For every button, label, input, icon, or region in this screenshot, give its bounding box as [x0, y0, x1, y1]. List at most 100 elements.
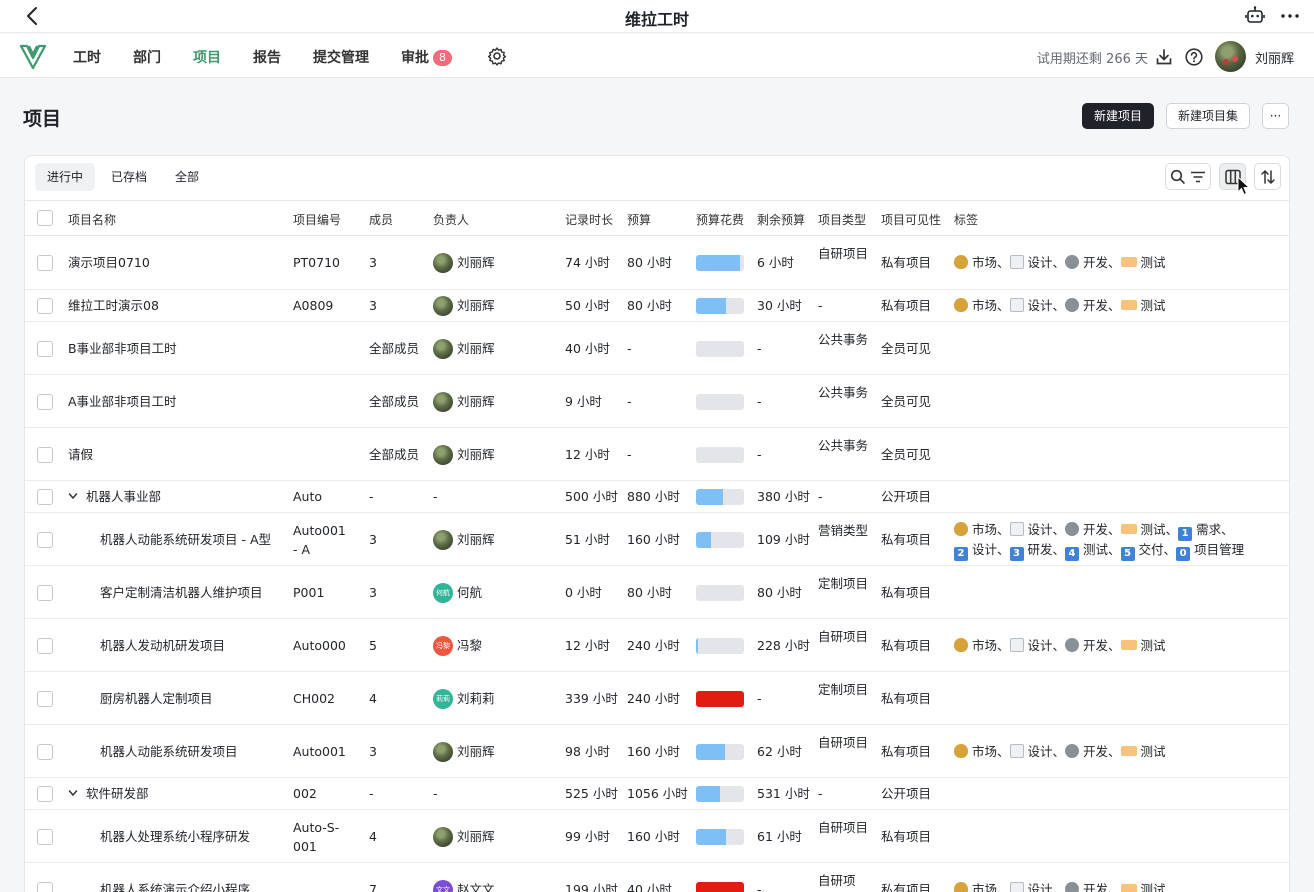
help-icon[interactable]: [1184, 47, 1204, 67]
nav-item-department[interactable]: 部门: [133, 47, 161, 67]
row-checkbox[interactable]: [37, 489, 53, 505]
download-icon[interactable]: [1154, 47, 1174, 67]
collapse-chevron-icon[interactable]: [68, 487, 78, 500]
select-all-checkbox[interactable]: [37, 210, 53, 226]
row-checkbox[interactable]: [37, 786, 53, 802]
table-row[interactable]: A事业部非项目工时 全部成员 刘丽辉 9 小时 - - 公共事务 全员可见: [25, 375, 1289, 428]
table-row[interactable]: 机器人系统演示介绍小程序 7 文文 赵文文 199 小时 40 小时 - 自研项 私有项目 市场、…: [25, 863, 1289, 892]
columns-icon[interactable]: [1224, 168, 1242, 186]
remaining-budget: 109 小时: [757, 532, 810, 547]
project-name[interactable]: 机器人发动机研发项目: [100, 636, 225, 655]
row-checkbox[interactable]: [37, 341, 53, 357]
tags-line: 市场、 设计、 开发、 测试: [954, 636, 1166, 656]
市场-tag-icon: [954, 744, 968, 758]
row-checkbox[interactable]: [37, 882, 53, 892]
nav-item-submission[interactable]: 提交管理: [313, 47, 369, 67]
nav-item-approval-label: 审批: [401, 50, 429, 66]
project-name[interactable]: 机器人动能系统研发项目: [100, 742, 238, 761]
col-owner[interactable]: 负责人: [433, 211, 469, 228]
project-type: 公共事务: [818, 385, 869, 400]
col-name[interactable]: 项目名称: [68, 211, 116, 228]
columns-button[interactable]: [1219, 163, 1246, 190]
project-name[interactable]: 请假: [68, 445, 93, 464]
row-checkbox[interactable]: [37, 691, 53, 707]
number-tag-icon: 4: [1065, 547, 1080, 561]
table-row[interactable]: 机器人处理系统小程序研发 Auto-S-001 4 刘丽辉 99 小时 160 小时 61 …: [25, 810, 1289, 863]
budget-hours: 240 小时: [627, 691, 680, 706]
members-count: 7: [369, 882, 377, 892]
nav-item-projects[interactable]: 项目: [193, 47, 221, 67]
col-type[interactable]: 项目类型: [818, 211, 866, 228]
new-project-button[interactable]: 新建项目: [1082, 103, 1154, 129]
sort-button[interactable]: [1254, 163, 1281, 190]
table-row[interactable]: 厨房机器人定制项目 CH002 4 莉莉 刘莉莉 339 小时 240 小时 - 定制项目 私有项…: [25, 672, 1289, 725]
row-checkbox[interactable]: [37, 532, 53, 548]
project-name[interactable]: 软件研发部: [68, 784, 149, 803]
row-checkbox[interactable]: [37, 585, 53, 601]
project-name[interactable]: 机器人处理系统小程序研发: [100, 827, 250, 846]
back-icon[interactable]: [22, 5, 44, 27]
tab-archived[interactable]: 已存档: [99, 163, 159, 191]
table-row[interactable]: 软件研发部 002- -525 小时 1056 小时 531 小时 - 公开项目: [25, 778, 1289, 810]
collapse-chevron-icon[interactable]: [68, 784, 78, 797]
row-checkbox[interactable]: [37, 447, 53, 463]
table-row[interactable]: 演示项目0710 PT0710 3 刘丽辉 74 小时 80 小时 6 小时 自研项目 私有项目…: [25, 236, 1289, 290]
search-icon[interactable]: [1169, 168, 1187, 186]
new-project-set-button[interactable]: 新建项目集: [1166, 103, 1250, 129]
project-name[interactable]: 厨房机器人定制项目: [100, 689, 213, 708]
table-row[interactable]: 机器人动能系统研发项目 - A型 Auto001 - A 3 刘丽辉 51 小时 160 …: [25, 513, 1289, 566]
tab-in-progress[interactable]: 进行中: [35, 163, 96, 191]
col-spend[interactable]: 预算花费: [696, 211, 744, 228]
col-code[interactable]: 项目编号: [293, 211, 341, 228]
search-filter-group: [1165, 163, 1211, 190]
row-checkbox[interactable]: [37, 638, 53, 654]
logged-hours: 74 小时: [565, 255, 610, 270]
table-row[interactable]: 机器人发动机研发项目 Auto000 5 冯黎 冯黎 12 小时 240 小时 228 小时自…: [25, 619, 1289, 672]
col-visibility[interactable]: 项目可见性: [881, 211, 941, 228]
table-row[interactable]: 请假 全部成员 刘丽辉 12 小时 - - 公共事务 全员可见: [25, 428, 1289, 481]
row-checkbox[interactable]: [37, 744, 53, 760]
logo-icon[interactable]: [19, 42, 47, 70]
tag-label: 设计、: [1027, 744, 1066, 759]
budget-hours: -: [627, 341, 632, 356]
col-tags[interactable]: 标签: [954, 211, 978, 228]
tab-all[interactable]: 全部: [163, 163, 211, 191]
row-checkbox[interactable]: [37, 829, 53, 845]
col-remaining[interactable]: 剩余预算: [757, 211, 805, 228]
project-name[interactable]: A事业部非项目工时: [68, 392, 177, 411]
市场-tag-icon: [954, 255, 968, 269]
project-name[interactable]: 演示项目0710: [68, 253, 150, 272]
table-row[interactable]: 客户定制清洁机器人维护项目 P001 3 何航 何航 0 小时 80 小时 80 小时 定制项目…: [25, 566, 1289, 619]
table-row[interactable]: 维拉工时演示08 A0809 3 刘丽辉 50 小时 80 小时 30 小时 - 私有项目 市场、…: [25, 290, 1289, 322]
project-visibility: 私有项目: [881, 829, 932, 844]
more-icon[interactable]: [1278, 5, 1302, 27]
robot-icon[interactable]: [1244, 5, 1266, 27]
nav-item-reports[interactable]: 报告: [253, 47, 281, 67]
sort-icon[interactable]: [1259, 168, 1277, 186]
table-row[interactable]: B事业部非项目工时 全部成员 刘丽辉 40 小时 - - 公共事务 全员可见: [25, 322, 1289, 375]
col-logged[interactable]: 记录时长: [565, 211, 613, 228]
project-name[interactable]: B事业部非项目工时: [68, 339, 177, 358]
user-avatar[interactable]: [1215, 41, 1246, 72]
gear-icon[interactable]: [487, 46, 507, 66]
trial-remaining-text: 试用期还剩 266 天: [1036, 52, 1148, 67]
nav-item-approval[interactable]: 审批 8: [401, 47, 452, 67]
table-row[interactable]: 机器人动能系统研发项目 Auto001 3 刘丽辉 98 小时 160 小时 62 小时 自研…: [25, 725, 1289, 778]
row-checkbox[interactable]: [37, 298, 53, 314]
project-name[interactable]: 维拉工时演示08: [68, 296, 159, 315]
row-checkbox[interactable]: [37, 255, 53, 271]
username[interactable]: 刘丽辉: [1255, 48, 1294, 67]
col-members[interactable]: 成员: [369, 211, 393, 228]
budget-hours: 80 小时: [627, 298, 672, 313]
table-row[interactable]: 机器人事业部 Auto - -500 小时 880 小时 380 小时 - 公开项目: [25, 481, 1289, 513]
more-actions-button[interactable]: ···: [1262, 103, 1289, 129]
project-name-label: 请假: [68, 447, 94, 462]
project-name[interactable]: 机器人动能系统研发项目 - A型: [100, 530, 271, 549]
project-name[interactable]: 客户定制清洁机器人维护项目: [100, 583, 263, 602]
row-checkbox[interactable]: [37, 394, 53, 410]
project-name[interactable]: 机器人系统演示介绍小程序: [100, 880, 250, 892]
col-budget[interactable]: 预算: [627, 211, 651, 228]
project-name[interactable]: 机器人事业部: [68, 487, 161, 506]
filter-icon[interactable]: [1189, 168, 1207, 186]
nav-item-worktime[interactable]: 工时: [73, 47, 101, 67]
